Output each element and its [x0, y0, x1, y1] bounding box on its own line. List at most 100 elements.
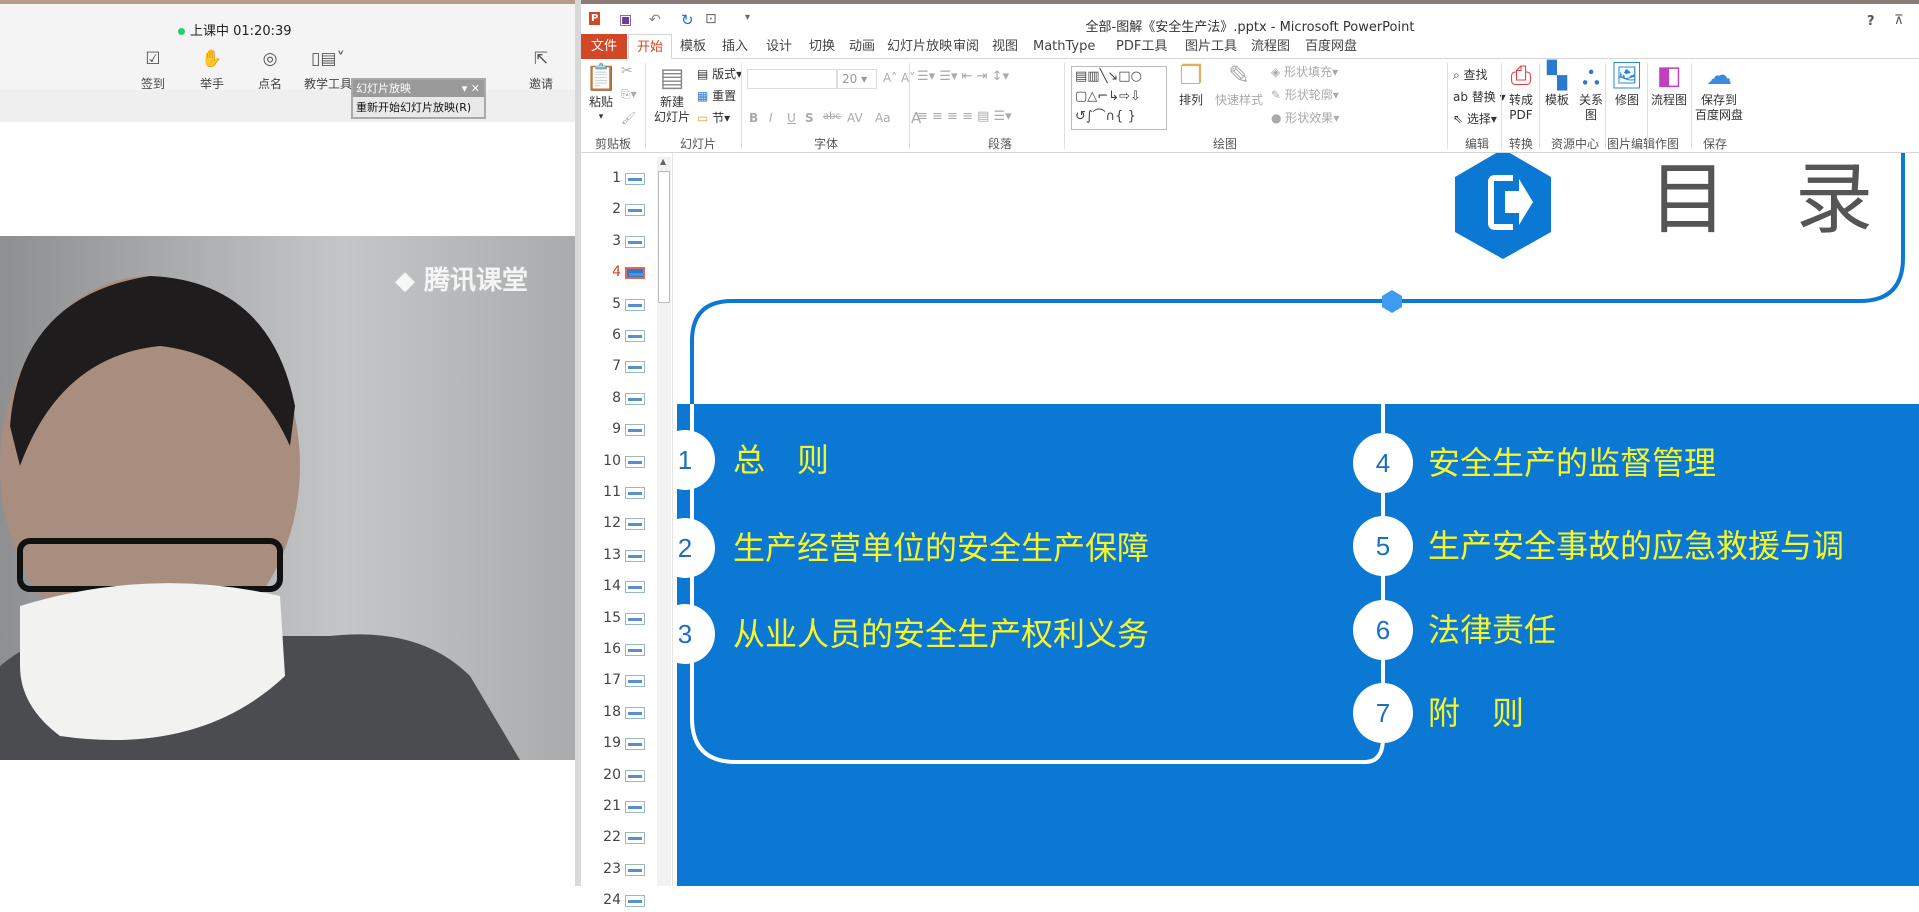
copy-icon[interactable]: ⎘▾ — [621, 87, 637, 102]
slide-thumbnail-23[interactable]: 23 — [581, 861, 657, 881]
slide-thumbnail-4[interactable]: 4 — [581, 264, 657, 284]
tab-mathtype[interactable]: MathType — [1033, 34, 1095, 59]
underline-button[interactable]: U — [787, 111, 796, 125]
slide-thumbnail-11[interactable]: 11 — [581, 484, 657, 504]
format-painter-icon[interactable]: 🖌 — [621, 111, 636, 125]
convert-pdf-button[interactable]: ⎙ 转成 PDF — [1503, 59, 1539, 123]
paste-button[interactable]: 📋 粘贴 ▾ — [585, 61, 617, 125]
align-icon[interactable]: ≡ ≡ ≡ ≡ ▤ ☰▾ — [917, 109, 1012, 124]
flowchart-button[interactable]: ◧ 流程图 — [1649, 59, 1689, 108]
slide-thumbnail-8[interactable]: 8 — [581, 390, 657, 410]
slide-thumbnail-20[interactable]: 20 — [581, 767, 657, 787]
replace-button[interactable]: ab 替换 ▾ — [1453, 88, 1506, 105]
shape-outline-button[interactable]: ✎ 形状轮廓▾ — [1271, 86, 1339, 103]
toc-number-circle: 6 — [1353, 600, 1413, 660]
change-case-button[interactable]: Aa — [875, 111, 891, 125]
font-size-combobox[interactable]: 20 ▾ — [837, 69, 877, 89]
tab-design[interactable]: 设计 — [766, 34, 792, 59]
char-spacing-button[interactable]: AV — [847, 111, 863, 125]
template-button[interactable]: ▚ 模板 — [1541, 59, 1573, 108]
retouch-button[interactable]: 🖼 修图 — [1609, 59, 1645, 108]
slide-thumbnail-12[interactable]: 12 — [581, 515, 657, 535]
relation-chart-button[interactable]: ⛬ 关系图 — [1575, 59, 1607, 123]
shadow-button[interactable]: S — [805, 111, 814, 125]
toc-item-text: 附 则 — [1428, 694, 1525, 732]
slide-canvas[interactable]: 目 录 1总 则 2 生产经营单位的安全生产保障 3 从业人员的安全生产权利义务 4 安全生… — [677, 153, 1919, 886]
slide-thumbnail-7[interactable]: 7 — [581, 358, 657, 378]
toc-item-text: 生产安全事故的应急救援与调 — [1428, 527, 1845, 565]
tab-home[interactable]: 开始 — [628, 34, 673, 60]
slide-number: 18 — [603, 703, 621, 720]
save-baidu-button[interactable]: ☁ 保存到 百度网盘 — [1693, 59, 1745, 123]
invite-button[interactable]: ⇱ 邀请 — [516, 48, 566, 92]
bold-button[interactable]: B — [749, 111, 758, 125]
slide-number: 3 — [612, 232, 621, 249]
thumbnail-scrollbar[interactable]: ▲ — [657, 157, 671, 886]
slide-thumbnail-3[interactable]: 3 — [581, 233, 657, 253]
layout-button[interactable]: ▤ 版式▾ — [697, 65, 742, 82]
section-button[interactable]: ▭ 节▾ — [697, 109, 730, 126]
tab-view[interactable]: 视图 — [992, 34, 1018, 59]
shape-effects-button[interactable]: ● 形状效果▾ — [1271, 109, 1339, 126]
select-button[interactable]: ⇖ 选择▾ — [1453, 110, 1497, 127]
slide-thumbnail-17[interactable]: 17 — [581, 672, 657, 692]
tab-template[interactable]: 模板 — [680, 34, 706, 59]
slide-number: 11 — [603, 484, 621, 500]
slide-thumbnail-image — [625, 392, 645, 405]
bullets-icon[interactable]: ☰▾ ☰▾ ⇤ ⇥ ↕▾ — [917, 69, 1009, 84]
slide-thumbnail-6[interactable]: 6 — [581, 327, 657, 347]
slide-thumbnail-24[interactable]: 24 — [581, 892, 657, 912]
grow-font-icon[interactable]: A˄ A˅ — [883, 71, 915, 85]
tab-file[interactable]: 文件 — [581, 34, 627, 59]
tab-baidu-netdisk[interactable]: 百度网盘 — [1305, 34, 1357, 59]
slide-thumbnail-image — [625, 706, 645, 719]
arrange-button[interactable]: ❐ 排列 — [1173, 59, 1209, 108]
slide-thumbnail-18[interactable]: 18 — [581, 704, 657, 724]
slide-thumbnail-2[interactable]: 2 — [581, 201, 657, 221]
tab-slideshow[interactable]: 幻灯片放映 — [887, 34, 952, 59]
find-button[interactable]: ⌕ 查找 — [1453, 66, 1488, 83]
flowchart-label: 流程图 — [1650, 93, 1687, 107]
slide-thumbnail-9[interactable]: 9 — [581, 421, 657, 441]
tab-pdf-tools[interactable]: PDF工具 — [1116, 34, 1167, 59]
teaching-tools-button[interactable]: ▯▤˅ 教学工具 — [300, 48, 356, 92]
slide-thumbnail-1[interactable]: 1 — [581, 170, 657, 190]
slide-thumbnail-13[interactable]: 13 — [581, 547, 657, 567]
slide-number: 12 — [603, 515, 621, 532]
tab-flowchart[interactable]: 流程图 — [1251, 34, 1290, 59]
shape-fill-button[interactable]: ◈ 形状填充▾ — [1271, 63, 1338, 80]
slide-thumbnail-16[interactable]: 16 — [581, 641, 657, 661]
checkin-button[interactable]: ☑ 签到 — [128, 48, 178, 92]
tab-review[interactable]: 审阅 — [953, 34, 979, 59]
toc-number-circle: 5 — [1353, 516, 1413, 576]
tab-transitions[interactable]: 切换 — [809, 34, 835, 59]
slide-thumbnail-21[interactable]: 21 — [581, 798, 657, 818]
reset-button[interactable]: ▦ 重置 — [697, 87, 736, 104]
tab-animations[interactable]: 动画 — [849, 34, 875, 59]
slide-thumbnail-14[interactable]: 14 — [581, 578, 657, 598]
help-button[interactable]: ? — [1867, 14, 1875, 29]
ribbon-display-icon[interactable]: ⊼ — [1894, 13, 1904, 28]
title-char-2: 录 — [1795, 155, 1874, 245]
cut-icon[interactable]: ✂ — [621, 63, 633, 79]
italic-button[interactable]: I — [769, 111, 773, 125]
new-slide-button[interactable]: ▤ 新建 幻灯片 — [649, 61, 695, 125]
slide-thumbnail-10[interactable]: 10 — [581, 453, 657, 473]
slide-thumbnail-19[interactable]: 19 — [581, 735, 657, 755]
font-name-combobox[interactable] — [747, 69, 837, 89]
scrollbar-thumb[interactable] — [658, 171, 670, 303]
raise-hand-button[interactable]: ✋ 举手 — [187, 48, 237, 92]
shapes-gallery[interactable]: ▤▥╲↘□○ ▢△⌐↳⇨⇩ ↺∫⌒∩{ } — [1071, 66, 1167, 130]
slide-thumbnail-22[interactable]: 22 — [581, 829, 657, 849]
slide-thumbnail-15[interactable]: 15 — [581, 610, 657, 630]
slide-thumbnail-5[interactable]: 5 — [581, 296, 657, 316]
roll-call-button[interactable]: ◎ 点名 — [245, 48, 295, 92]
quick-styles-button[interactable]: ✎ 快速样式 — [1211, 59, 1267, 108]
popup-close-icon[interactable]: ▾ ✕ — [462, 80, 480, 97]
restart-slideshow-item[interactable]: 重新开始幻灯片放映(R) — [353, 97, 484, 117]
tab-picture-tools[interactable]: 图片工具 — [1185, 34, 1237, 59]
scroll-up-icon[interactable]: ▲ — [660, 157, 666, 166]
strikethrough-button[interactable]: abc — [823, 111, 841, 122]
section-label: 节 — [712, 111, 725, 125]
tab-insert[interactable]: 插入 — [722, 34, 748, 59]
